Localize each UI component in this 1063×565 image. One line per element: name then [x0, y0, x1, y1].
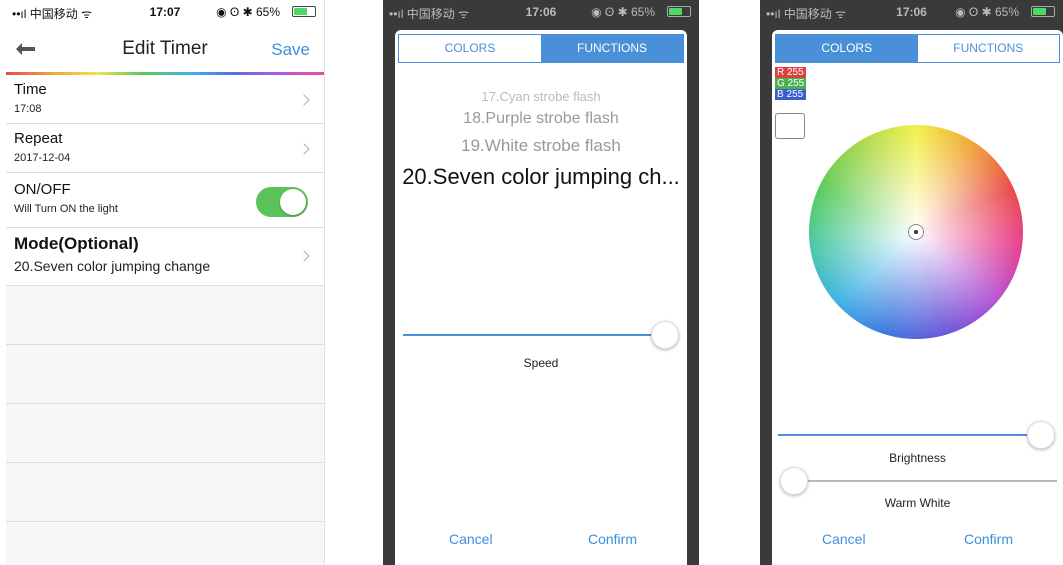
mode-value: 20.Seven color jumping change	[14, 258, 211, 274]
warm-white-slider[interactable]	[780, 466, 1057, 496]
on-off-description: Will Turn ON the light	[14, 203, 118, 215]
functions-dialog: COLORS FUNCTIONS 17.Cyan strobe flash 18…	[395, 30, 687, 565]
toggle-knob	[280, 189, 306, 215]
carrier-label: ••ıl 中国移动 ᯤ	[766, 7, 847, 21]
slider-fill	[403, 334, 665, 336]
on-off-toggle[interactable]	[256, 187, 308, 217]
slider-thumb[interactable]	[780, 467, 808, 495]
slider-thumb[interactable]	[651, 321, 679, 349]
picker-item[interactable]: 18.Purple strobe flash	[395, 106, 687, 132]
confirm-button[interactable]: Confirm	[588, 531, 637, 547]
carrier-label: ••ıl 中国移动 ᯤ	[12, 7, 93, 21]
status-icons: ◉ ʘ ✱ 65%	[216, 5, 280, 19]
status-time: 17:06	[525, 5, 557, 19]
on-off-title: ON/OFF	[14, 181, 71, 198]
empty-row	[6, 286, 324, 345]
repeat-value: 2017-12-04	[14, 152, 71, 164]
colors-dialog-screen: ••ıl 中国移动 ᯤ 17:06 ◉ ʘ ✱ 65% COLORS FUNCT…	[760, 0, 1063, 565]
colors-dialog: COLORS FUNCTIONS R 255 G 255 B 255 Brigh…	[772, 30, 1063, 565]
time-value: 17:08	[14, 103, 42, 115]
tab-functions[interactable]: FUNCTIONS	[541, 35, 683, 62]
cancel-button[interactable]: Cancel	[449, 531, 493, 547]
battery-icon	[1031, 6, 1055, 17]
nav-bar: Edit Timer Save	[6, 24, 324, 74]
battery-fill	[1033, 8, 1046, 15]
status-bar: ••ıl 中国移动 ᯤ 17:06 ◉ ʘ ✱ 65%	[383, 0, 699, 22]
time-title: Time	[14, 81, 47, 98]
tab-functions[interactable]: FUNCTIONS	[918, 35, 1060, 62]
brightness-label: Brightness	[889, 451, 946, 465]
save-button[interactable]: Save	[271, 40, 310, 60]
mode-title: Mode(Optional)	[14, 234, 139, 253]
empty-row	[6, 522, 324, 565]
tab-colors[interactable]: COLORS	[776, 35, 918, 62]
chevron-right-icon	[298, 250, 310, 262]
timer-settings-list: Time 17:08 Repeat 2017-12-04 ON/OFF Will…	[6, 75, 324, 565]
picker-item[interactable]: 19.White strobe flash	[395, 132, 687, 160]
repeat-title: Repeat	[14, 130, 63, 147]
battery-fill	[294, 8, 307, 15]
green-value: G 255	[775, 78, 807, 89]
status-time: 17:07	[149, 5, 181, 19]
functions-dialog-screen: ••ıl 中国移动 ᯤ 17:06 ◉ ʘ ✱ 65% COLORS FUNCT…	[383, 0, 699, 565]
on-off-row: ON/OFF Will Turn ON the light	[6, 173, 324, 228]
color-preview-swatch	[775, 113, 805, 139]
status-bar: ••ıl 中国移动 ᯤ 17:06 ◉ ʘ ✱ 65%	[760, 0, 1063, 22]
mode-row[interactable]: Mode(Optional) 20.Seven color jumping ch…	[6, 228, 324, 286]
repeat-row[interactable]: Repeat 2017-12-04	[6, 124, 324, 173]
slider-thumb[interactable]	[1027, 421, 1055, 449]
color-picker-handle[interactable]	[908, 224, 924, 240]
speed-label: Speed	[523, 356, 559, 370]
speed-slider[interactable]	[403, 320, 679, 350]
slider-track	[794, 480, 1057, 482]
battery-fill	[669, 8, 682, 15]
function-picker[interactable]: 17.Cyan strobe flash 18.Purple strobe fl…	[395, 88, 687, 192]
tab-colors[interactable]: COLORS	[399, 35, 541, 62]
confirm-button[interactable]: Confirm	[964, 531, 1013, 547]
brightness-slider[interactable]	[778, 420, 1055, 450]
tab-bar: COLORS FUNCTIONS	[398, 34, 684, 63]
red-value: R 255	[775, 67, 807, 78]
empty-row	[6, 345, 324, 404]
cancel-button[interactable]: Cancel	[822, 531, 866, 547]
tab-bar: COLORS FUNCTIONS	[775, 34, 1060, 63]
color-wheel[interactable]	[809, 125, 1023, 339]
status-icons: ◉ ʘ ✱ 65%	[591, 5, 655, 19]
empty-row	[6, 463, 324, 522]
picker-item[interactable]: 17.Cyan strobe flash	[395, 88, 687, 106]
warm-white-label: Warm White	[884, 496, 951, 510]
battery-icon	[667, 6, 691, 17]
rgb-readout: R 255 G 255 B 255	[775, 67, 807, 100]
empty-row	[6, 404, 324, 463]
battery-icon	[292, 6, 316, 17]
status-time: 17:06	[896, 5, 927, 19]
time-row[interactable]: Time 17:08	[6, 75, 324, 124]
chevron-right-icon	[298, 143, 310, 155]
status-bar: ••ıl 中国移动 ᯤ 17:07 ◉ ʘ ✱ 65%	[6, 0, 324, 22]
slider-fill	[778, 434, 1041, 436]
carrier-label: ••ıl 中国移动 ᯤ	[389, 7, 470, 21]
picker-item-selected[interactable]: 20.Seven color jumping ch...	[395, 162, 687, 192]
edit-timer-screen: ••ıl 中国移动 ᯤ 17:07 ◉ ʘ ✱ 65% Edit Timer S…	[6, 0, 325, 565]
chevron-right-icon	[298, 94, 310, 106]
status-icons: ◉ ʘ ✱ 65%	[955, 5, 1019, 19]
blue-value: B 255	[775, 89, 807, 100]
